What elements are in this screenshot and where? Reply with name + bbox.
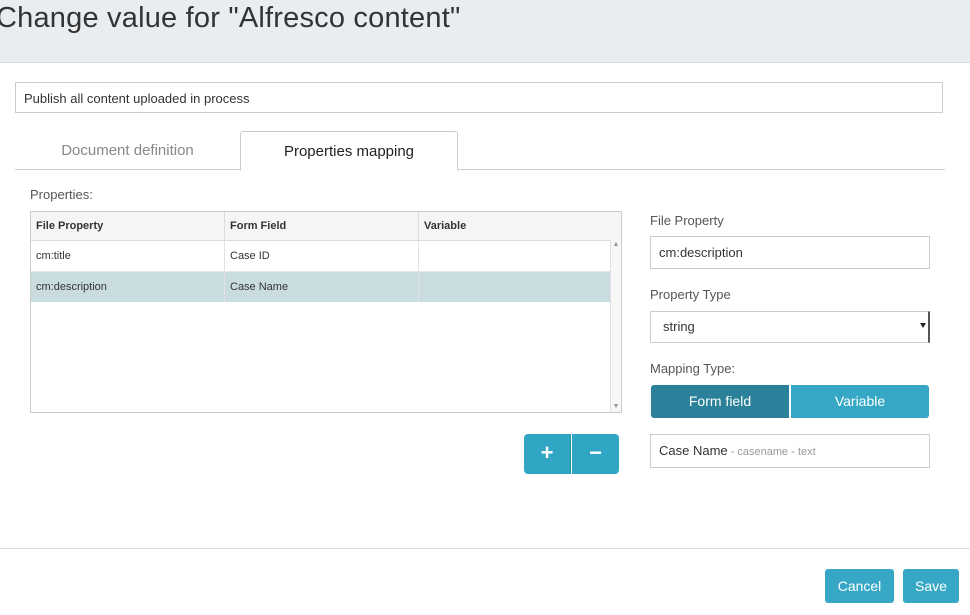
grid-scrollbar[interactable]: ▲ ▼: [610, 240, 621, 412]
column-header-file-property[interactable]: File Property: [31, 212, 225, 240]
chevron-down-icon: [920, 323, 926, 328]
mapping-type-label: Mapping Type:: [650, 361, 736, 376]
table-row[interactable]: cm:title Case ID: [31, 241, 611, 271]
column-header-form-field[interactable]: Form Field: [225, 212, 419, 240]
cell-form-field: Case ID: [225, 241, 419, 271]
cancel-button[interactable]: Cancel: [825, 569, 894, 603]
grid-header: File Property Form Field Variable: [31, 212, 621, 241]
remove-property-button[interactable]: −: [572, 434, 619, 474]
file-property-label: File Property: [650, 213, 724, 228]
add-property-button[interactable]: +: [524, 434, 571, 474]
properties-grid: File Property Form Field Variable cm:tit…: [30, 211, 622, 413]
mapping-form-field-button[interactable]: Form field: [651, 385, 789, 418]
description-input[interactable]: Publish all content uploaded in process: [15, 82, 943, 113]
file-property-input[interactable]: cm:description: [650, 236, 930, 269]
table-row-selected[interactable]: cm:description Case Name: [31, 272, 611, 302]
form-field-meta: - casename - text: [727, 446, 816, 458]
footer-divider: [0, 548, 970, 549]
dialog-title: Change value for "Alfresco content": [0, 2, 461, 34]
mapping-variable-button[interactable]: Variable: [791, 385, 929, 418]
column-header-variable[interactable]: Variable: [419, 212, 621, 240]
form-field-select[interactable]: Case Name - casename - text: [650, 434, 930, 468]
cell-file-property: cm:title: [31, 241, 225, 271]
cell-variable: [419, 241, 611, 271]
save-button[interactable]: Save: [903, 569, 959, 603]
properties-label: Properties:: [30, 187, 93, 202]
property-type-value: string: [663, 319, 695, 334]
property-type-select[interactable]: string: [650, 311, 930, 343]
cell-variable: [419, 272, 611, 302]
property-type-label: Property Type: [650, 287, 731, 302]
dialog-header: Change value for "Alfresco content": [0, 0, 970, 63]
scroll-down-icon[interactable]: ▼: [612, 402, 620, 412]
tab-properties-mapping[interactable]: Properties mapping: [240, 131, 458, 171]
form-field-name: Case Name: [659, 443, 728, 458]
tab-document-definition[interactable]: Document definition: [15, 131, 240, 170]
scroll-up-icon[interactable]: ▲: [612, 240, 620, 250]
cell-form-field: Case Name: [225, 272, 419, 302]
cell-file-property: cm:description: [31, 272, 225, 302]
row-actions: + −: [524, 434, 619, 474]
